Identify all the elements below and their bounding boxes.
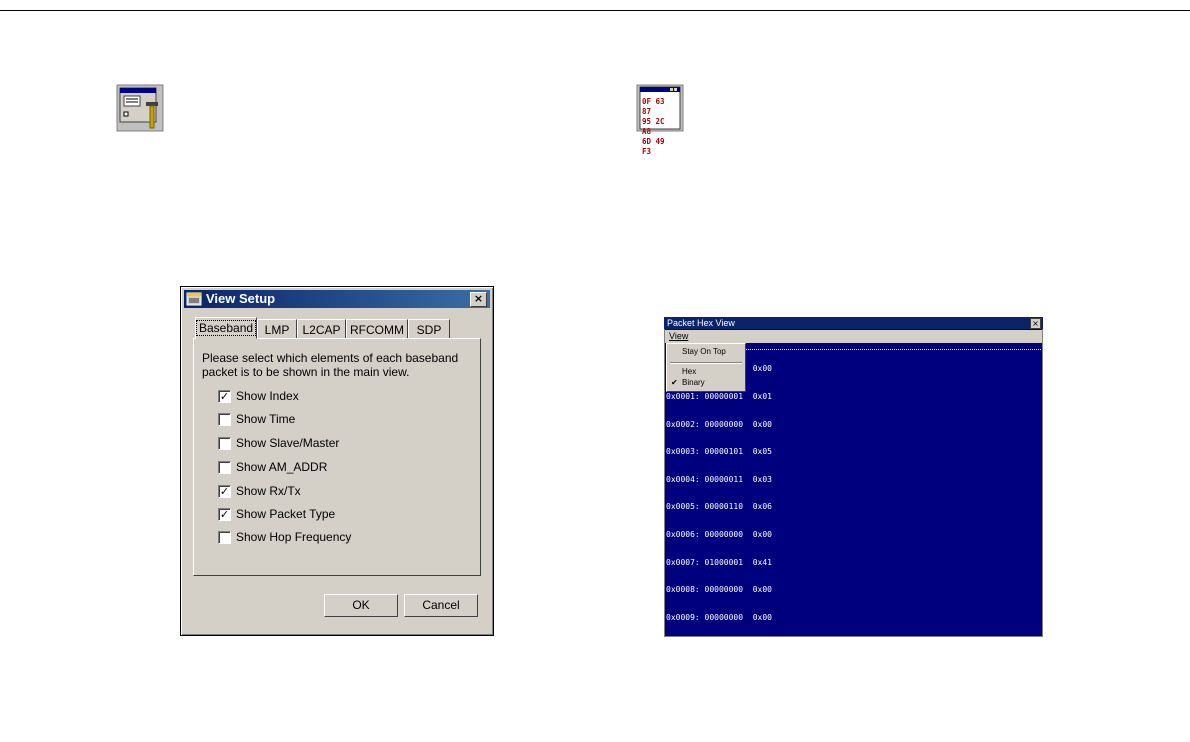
app-window-icon: [186, 292, 202, 306]
dialog-title-bar[interactable]: View Setup ×: [184, 290, 490, 308]
hex-menu-bar: [665, 330, 1042, 343]
hex-line: 0x000A: 00000000 0x00: [666, 640, 772, 650]
tab-label: Baseband: [196, 320, 257, 336]
option-label: Show Slave/Master: [236, 436, 340, 450]
checkbox[interactable]: ✓: [218, 390, 231, 403]
view-setup-app-icon[interactable]: [116, 84, 164, 132]
option-label: Show Hop Frequency: [236, 530, 352, 544]
hex-line: 0x0001: 00000001 0x01: [666, 392, 772, 401]
menu-item-binary[interactable]: Binary: [682, 378, 705, 388]
checkbox[interactable]: [218, 437, 231, 450]
hex-window-title-bar[interactable]: Packet Hex View ×: [664, 317, 1043, 329]
menu-separator: [670, 362, 742, 364]
hex-icon-line: 6D 49 F3: [642, 137, 665, 156]
close-icon[interactable]: ×: [1030, 318, 1041, 329]
hex-line: 0x000B: 00000000 0x00: [666, 667, 772, 677]
hex-line: 0x0005: 00000110 0x06: [666, 502, 772, 512]
hex-line: 0x0004: 00000011 0x03: [666, 474, 772, 484]
tab-label: LMP: [264, 323, 290, 337]
dialog-title: View Setup: [206, 291, 276, 306]
checkbox[interactable]: ✓: [218, 485, 231, 498]
menu-item-label: Stay On Top: [682, 347, 726, 356]
ok-button[interactable]: OK: [324, 594, 398, 617]
checkbox[interactable]: [218, 531, 231, 544]
hex-line: 0x0008: 00000000 0x00: [666, 585, 772, 595]
tab-l2cap[interactable]: L2CAP: [297, 319, 346, 339]
tab-lmp[interactable]: LMP: [257, 319, 297, 339]
option-label: Show Index: [236, 389, 299, 403]
page-top-rule: [0, 10, 1190, 11]
selection-focus-line: [746, 349, 1041, 350]
hex-icon-text: 0F 63 87 95 2C A8 6D 49 F3: [642, 97, 678, 157]
hex-icon-line: 0F 63 87: [642, 97, 665, 116]
menu-item-label: Hex: [682, 367, 697, 376]
hex-line: 0x000D: 00000000 0x00: [666, 723, 772, 733]
hex-line: 0x0002: 00000000 0x00: [666, 419, 772, 429]
hex-dump: 0x0000: 00000000 0x00 0x0001: 00000001 0…: [666, 346, 772, 742]
option-label: Show Packet Type: [236, 507, 336, 521]
tab-label: SDP: [416, 323, 442, 337]
tab-label: L2CAP: [302, 323, 341, 337]
tab-label: RFCOMM: [350, 323, 404, 337]
menu-item-hex[interactable]: Hex: [682, 367, 696, 377]
hex-line: 0x0006: 00000000 0x00: [666, 529, 772, 539]
hex-line: 0x0007: 01000001 0x41: [666, 557, 772, 567]
cancel-button[interactable]: Cancel: [404, 594, 478, 617]
option-label: Show Rx/Tx: [236, 484, 301, 498]
option-label: Show Time: [236, 412, 296, 426]
close-button[interactable]: ×: [470, 292, 487, 307]
tab-sdp[interactable]: SDP: [408, 319, 450, 339]
menu-view[interactable]: View: [667, 330, 690, 343]
checkbox[interactable]: ✓: [218, 508, 231, 521]
view-menu-dropdown: Stay On Top Hex Binary ✔: [666, 343, 746, 392]
tab-rfcomm[interactable]: RFCOMM: [346, 319, 408, 339]
panel-description: Please select which elements of each bas…: [202, 351, 459, 379]
menu-item-stay-on-top[interactable]: Stay On Top: [682, 347, 726, 357]
option-label: Show AM_ADDR: [236, 460, 328, 474]
hex-line: 0x0009: 00000000 0x00: [666, 612, 772, 622]
hex-line: 0x0003: 00000101 0x05: [666, 447, 772, 457]
checkbox[interactable]: [218, 461, 231, 474]
check-icon: ✔: [671, 378, 678, 387]
menu-item-label: Binary: [682, 378, 705, 387]
hex-window-title: Packet Hex View: [667, 318, 735, 328]
checkbox[interactable]: [218, 413, 231, 426]
hex-line: 0x000C: 00000000 0x00: [666, 695, 772, 705]
tab-baseband[interactable]: Baseband: [195, 317, 257, 339]
hex-icon-line: 95 2C A8: [642, 117, 665, 136]
close-icon: ×: [473, 292, 484, 305]
window-hammer-icon: [116, 84, 164, 132]
